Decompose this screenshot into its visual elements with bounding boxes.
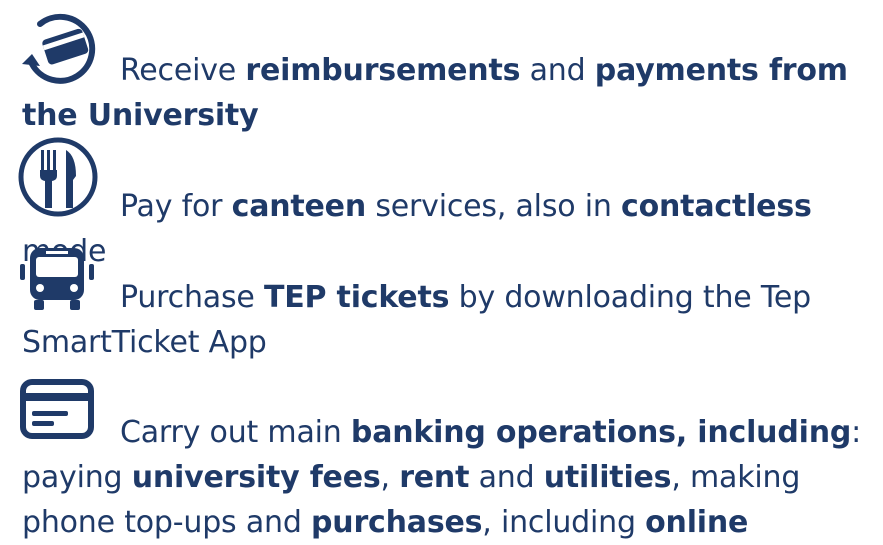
seg-bold: university fees [131,460,381,495]
seg: Pay for [120,189,232,224]
fork-knife-icon [18,132,100,222]
seg-bold: utilities [543,460,672,495]
feature-reimbursements: Receive reimbursements and payments from… [22,13,875,138]
seg: , [380,460,400,495]
seg: and [469,460,544,495]
seg: , including [482,505,646,540]
seg: Purchase [120,280,264,315]
seg: Carry out main [120,415,351,450]
seg-bold: TEP tickets [263,280,450,315]
feature-text: Pay for canteen services, also in contac… [22,184,875,274]
card-payment-icon [18,6,100,84]
feature-tep-tickets: Purchase TEP tickets by downloading the … [20,248,875,365]
seg-bold: banking operations, including [350,415,852,450]
seg-bold: rent [399,460,470,495]
seg: and [520,53,595,88]
credit-card-icon [18,377,98,441]
feature-text: Receive reimbursements and payments from… [22,48,875,138]
feature-banking: Carry out main banking operations, inclu… [20,379,875,545]
seg: services, also in [366,189,622,224]
feature-text: Carry out main banking operations, inclu… [22,410,875,545]
feature-text: Purchase TEP tickets by downloading the … [22,275,875,365]
seg-bold: canteen [231,189,367,224]
bus-icon [18,244,98,314]
feature-canteen: Pay for canteen services, also in contac… [18,137,875,274]
seg-bold: contactless [621,189,812,224]
seg-bold: purchases [311,505,483,540]
seg: Receive [120,53,246,88]
seg-bold: reimbursements [245,53,521,88]
seg-bold: online [645,505,749,540]
